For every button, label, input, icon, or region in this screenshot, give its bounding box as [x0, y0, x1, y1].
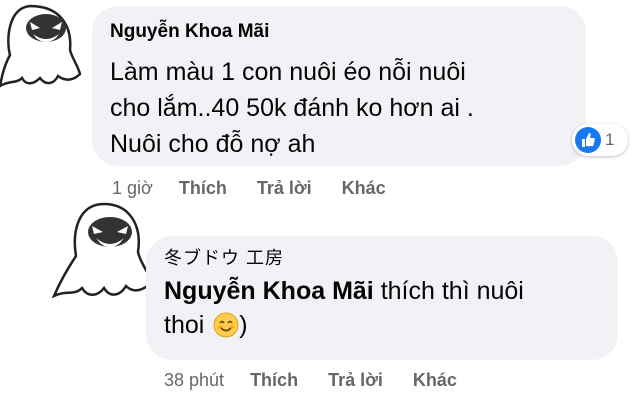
comment-text: Làm màu 1 con nuôi éo nỗi nuôi cho lắm..…	[110, 54, 586, 162]
reply-text-line: Nguyễn Khoa Mãi thích thì nuôi	[164, 274, 618, 308]
more-button[interactable]: Khác	[342, 178, 386, 199]
reply-text-segment: thoi	[164, 311, 205, 339]
smiling-face-icon	[213, 312, 239, 338]
reply-timestamp[interactable]: 38 phút	[164, 370, 224, 391]
comment-text-line: cho lắm..40 50k đánh ko hơn ai .	[110, 94, 474, 122]
comment-text-line: Làm màu 1 con nuôi éo nỗi nuôi	[110, 58, 466, 86]
more-button[interactable]: Khác	[413, 370, 457, 391]
reply-author[interactable]: 冬ブドウ 工房	[164, 246, 618, 270]
avatar[interactable]	[0, 0, 92, 92]
like-button[interactable]: Thích	[250, 370, 298, 391]
comment-author[interactable]: Nguyễn Khoa Mãi	[110, 20, 586, 44]
reply-text-line: thoi )	[164, 308, 618, 342]
comment-text-line: Nuôi cho đỗ nợ ah	[110, 130, 316, 158]
reply-text: Nguyễn Khoa Mãi thích thì nuôi thoi )	[164, 274, 618, 342]
like-button[interactable]: Thích	[179, 178, 227, 199]
reply-button[interactable]: Trả lời	[328, 370, 383, 391]
reply-text-segment: thích thì nuôi	[373, 277, 524, 305]
reply-text-segment: )	[239, 311, 248, 339]
comment-bubble: Nguyễn Khoa Mãi Làm màu 1 con nuôi éo nỗ…	[92, 6, 586, 166]
reply-actions: 38 phút Thích Trả lời Khác	[164, 370, 457, 391]
reply-bubble: 冬ブドウ 工房 Nguyễn Khoa Mãi thích thì nuôi t…	[146, 236, 618, 360]
mention-link[interactable]: Nguyễn Khoa Mãi	[164, 277, 374, 305]
reaction-badge[interactable]: 1	[572, 124, 628, 156]
reply-button[interactable]: Trả lời	[257, 178, 312, 199]
reaction-count: 1	[605, 130, 615, 149]
ghost-avatar-icon	[0, 4, 82, 88]
like-icon	[575, 127, 601, 153]
